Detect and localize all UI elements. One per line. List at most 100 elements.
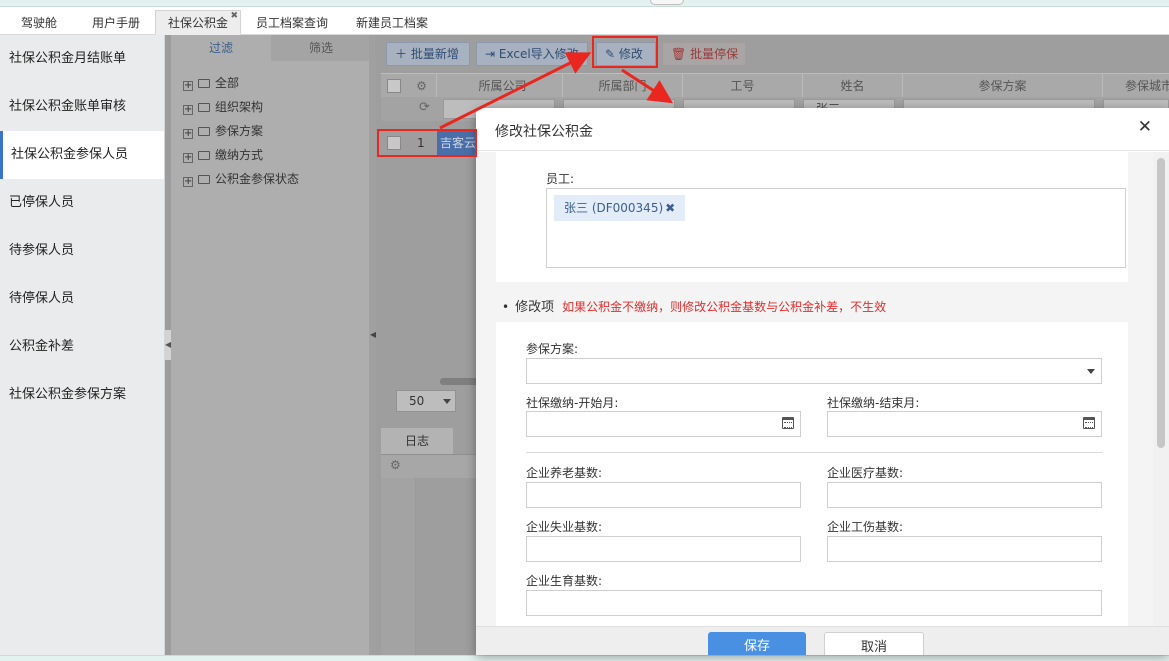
medical-base-label: 企业医疗基数: <box>827 466 904 480</box>
unemployment-base-input[interactable] <box>526 536 801 562</box>
panel-splitter[interactable]: ◀ <box>369 35 376 655</box>
horizontal-scrollbar[interactable] <box>440 378 480 385</box>
annotation-edit-highlight <box>592 36 658 68</box>
tree-node[interactable]: + 全部 <box>171 71 371 95</box>
trash-icon: 🗑 <box>671 47 687 61</box>
dialog-title: 修改社保公积金 <box>495 124 593 140</box>
excel-import-button[interactable]: ⇥ Excel导入修改 <box>476 42 588 66</box>
injury-base-label: 企业工伤基数: <box>827 520 904 534</box>
dialog-footer: 保存 取消 <box>476 626 1169 655</box>
remove-tag-icon[interactable]: ✖ <box>665 201 675 215</box>
injury-base-input[interactable] <box>827 536 1102 562</box>
batch-stop-button[interactable]: 🗑 批量停保 <box>662 42 746 66</box>
folder-icon <box>198 151 210 160</box>
tab-cockpit[interactable]: 驾驶舱 <box>8 10 70 35</box>
sidebar-item-stopped-staff[interactable]: 已停保人员 <box>0 179 164 227</box>
plan-label: 参保方案: <box>526 342 579 356</box>
maternity-base-input[interactable] <box>526 590 1102 616</box>
cancel-button[interactable]: 取消 <box>824 632 924 655</box>
edit-social-insurance-dialog: 修改社保公积金 ✕ 员工: 张三 (DF000345) ✖ • 修改项 如果公积金不缴… <box>476 108 1169 655</box>
bullet-icon: • <box>502 300 510 314</box>
column-plan[interactable]: 参保方案 <box>903 74 1103 98</box>
end-month-label: 社保缴纳-结束月: <box>827 396 920 410</box>
calendar-icon[interactable] <box>1083 417 1095 429</box>
section-note: 如果公积金不缴纳，则修改公积金基数与公积金补差，不生效 <box>562 300 887 314</box>
import-icon: ⇥ <box>485 47 496 61</box>
expand-icon[interactable]: + <box>183 81 193 91</box>
dialog-header: 修改社保公积金 ✕ <box>476 108 1169 151</box>
sidebar-item-pending-stop[interactable]: 待停保人员 <box>0 275 164 323</box>
expand-icon[interactable]: + <box>183 177 193 187</box>
select-all-checkbox[interactable] <box>387 79 401 93</box>
employee-field[interactable]: 张三 (DF000345) ✖ <box>546 188 1126 268</box>
calendar-icon[interactable] <box>782 417 794 429</box>
employee-label: 员工: <box>546 172 575 186</box>
start-month-input[interactable] <box>526 411 801 437</box>
sidebar-item-insurance-plan[interactable]: 社保公积金参保方案 <box>0 371 164 419</box>
tab-log[interactable]: 日志 <box>381 428 453 454</box>
log-column <box>381 478 416 655</box>
unemployment-base-label: 企业失业基数: <box>526 520 603 534</box>
folder-icon <box>198 103 210 112</box>
tree-node[interactable]: + 组织架构 <box>171 95 371 119</box>
chevron-down-icon <box>1087 369 1095 374</box>
tab-user-manual[interactable]: 用户手册 <box>79 10 153 35</box>
log-settings-icon[interactable]: ⚙ <box>390 458 401 472</box>
top-strip <box>0 0 1169 7</box>
employee-tag: 张三 (DF000345) ✖ <box>554 195 686 221</box>
tab-new-employee-archive[interactable]: 新建员工档案 <box>343 10 441 35</box>
tree-node[interactable]: + 公积金参保状态 <box>171 167 371 191</box>
plan-select[interactable] <box>526 358 1102 384</box>
column-employee-id[interactable]: 工号 <box>683 74 803 98</box>
tab-social-insurance[interactable]: 社保公积金 ✖ <box>155 10 242 35</box>
employee-card: 员工: 张三 (DF000345) ✖ <box>496 152 1128 282</box>
page-size-select[interactable]: 50 <box>396 390 456 412</box>
column-city[interactable]: 参保城市 <box>1103 74 1169 98</box>
divider <box>526 452 1102 453</box>
column-department[interactable]: 所属部门 <box>563 74 683 98</box>
annotation-row-highlight <box>377 129 477 157</box>
expand-icon[interactable]: + <box>183 153 193 163</box>
sidebar-item-monthly-bill[interactable]: 社保公积金月结账单 <box>0 35 164 83</box>
start-month-label: 社保缴纳-开始月: <box>526 396 619 410</box>
end-month-input[interactable] <box>827 411 1102 437</box>
close-icon[interactable]: ✕ <box>1138 118 1152 136</box>
tab-bar: 驾驶舱 用户手册 社保公积金 ✖ 员工档案查询 新建员工档案 <box>0 7 1169 35</box>
batch-add-button[interactable]: ＋ 批量新增 <box>386 42 470 66</box>
sidebar-item-bill-review[interactable]: 社保公积金账单审核 <box>0 83 164 131</box>
folder-icon <box>198 79 210 88</box>
tab-screen[interactable]: 筛选 <box>271 35 371 61</box>
column-name[interactable]: 姓名 <box>803 74 903 98</box>
sidebar-item-insured-staff[interactable]: 社保公积金参保人员 <box>0 131 164 179</box>
tab-close-icon[interactable]: ✖ <box>230 4 238 28</box>
chevron-down-icon <box>443 399 451 404</box>
grid-header: ⚙ 所属公司 所属部门 工号 姓名 参保方案 参保城市 <box>381 73 1169 98</box>
sidebar-item-pending-insured[interactable]: 待参保人员 <box>0 227 164 275</box>
bottom-strip <box>0 655 1169 661</box>
tree-node[interactable]: + 缴纳方式 <box>171 143 371 167</box>
maternity-base-label: 企业生育基数: <box>526 574 603 588</box>
expand-icon[interactable]: + <box>183 105 193 115</box>
folder-icon <box>198 175 210 184</box>
scrollbar-thumb[interactable] <box>1157 158 1165 448</box>
plus-icon: ＋ <box>395 47 408 61</box>
refresh-icon[interactable]: ⟳ <box>419 100 430 115</box>
dialog-body: 员工: 张三 (DF000345) ✖ • 修改项 如果公积金不缴纳，则修改公积金基数… <box>476 152 1169 626</box>
pension-base-input[interactable] <box>526 482 801 508</box>
left-sidebar: 社保公积金月结账单 社保公积金账单审核 社保公积金参保人员 已停保人员 待参保人… <box>0 35 165 655</box>
section-header: • 修改项 如果公积金不缴纳，则修改公积金基数与公积金补差，不生效 <box>502 300 887 315</box>
pension-base-label: 企业养老基数: <box>526 466 603 480</box>
column-settings-icon[interactable]: ⚙ <box>407 74 437 98</box>
tree-node[interactable]: + 参保方案 <box>171 119 371 143</box>
column-company[interactable]: 所属公司 <box>443 74 563 98</box>
edit-fields-card: 参保方案: 社保缴纳-开始月: 社保缴纳-结束月: 企业养老基数: 企业医疗基数… <box>496 322 1128 626</box>
medical-base-input[interactable] <box>827 482 1102 508</box>
expand-icon[interactable]: + <box>183 129 193 139</box>
tab-filter[interactable]: 过滤 <box>171 35 271 61</box>
dialog-scrollbar[interactable] <box>1153 152 1169 626</box>
sidebar-item-fund-adjustment[interactable]: 公积金补差 <box>0 323 164 371</box>
save-button[interactable]: 保存 <box>708 632 806 655</box>
folder-icon <box>198 127 210 136</box>
top-collapse-handle[interactable] <box>650 0 684 5</box>
tab-employee-archive-query[interactable]: 员工档案查询 <box>243 10 341 35</box>
